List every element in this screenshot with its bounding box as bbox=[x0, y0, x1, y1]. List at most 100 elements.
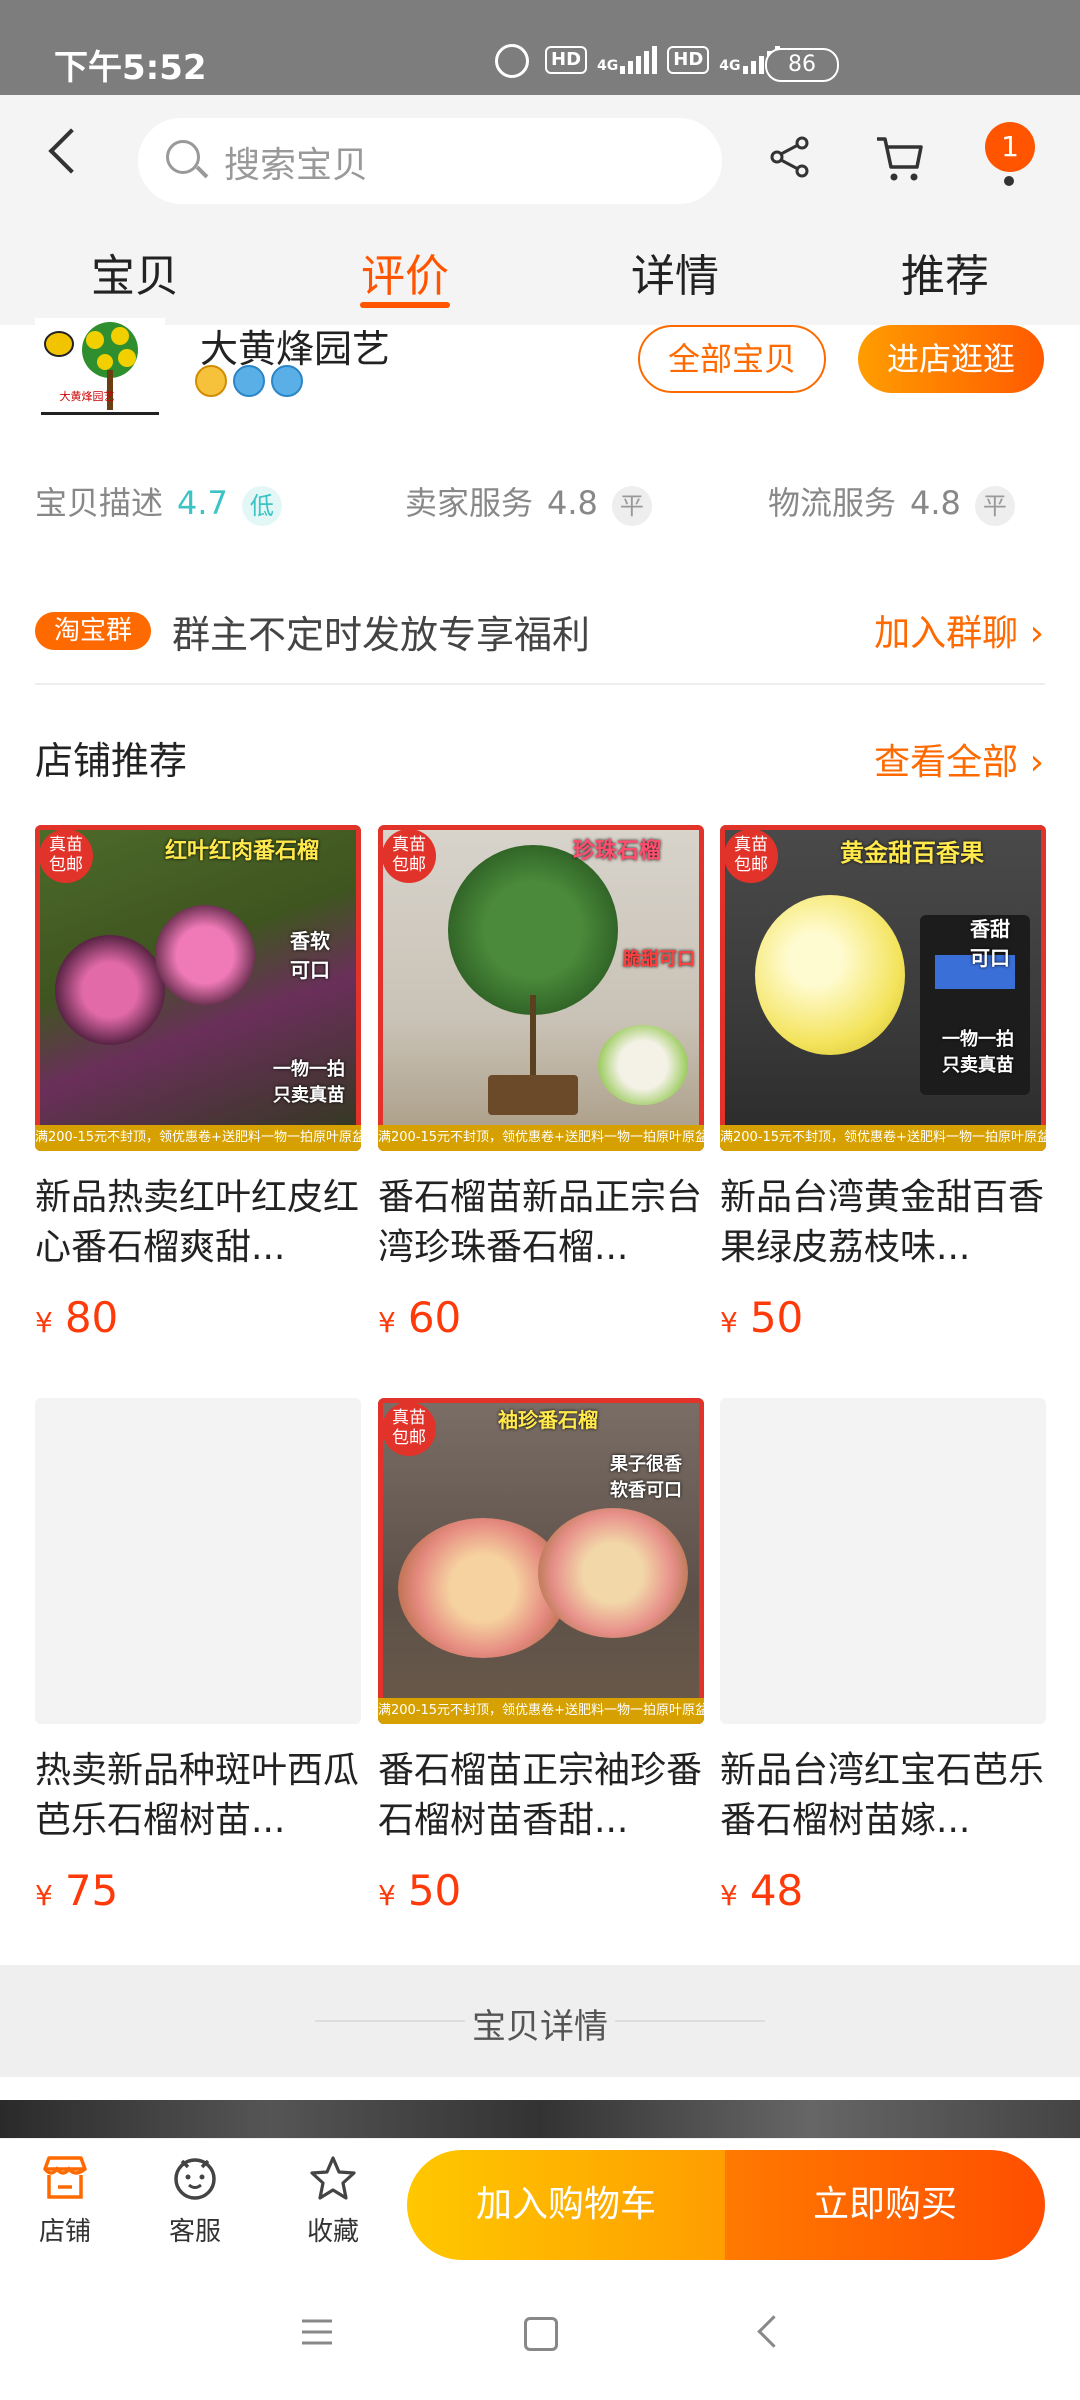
search-bar[interactable]: 搜索宝贝 bbox=[138, 118, 722, 204]
logo-text: 大黄烽园艺 bbox=[60, 389, 115, 403]
join-group-link[interactable]: 加入群聊 › bbox=[874, 604, 1044, 656]
status-bar: 下午5:52 HD 4G HD 4G 86 bbox=[0, 0, 1080, 95]
search-icon bbox=[166, 140, 200, 174]
share-icon[interactable] bbox=[768, 135, 812, 179]
product-image[interactable]: 袖珍番石榴 果子很香 软香可口 真苗 包邮 满200-15元不封顶，领优惠卷+送… bbox=[378, 1398, 704, 1724]
visit-shop-button[interactable]: 进店逛逛 bbox=[858, 325, 1044, 393]
product-card[interactable]: 热卖新品种斑叶西瓜芭乐石榴树苗... ¥75 bbox=[35, 1398, 361, 1915]
network-type: 4G bbox=[597, 58, 619, 74]
view-all-link[interactable]: 查看全部 › bbox=[874, 733, 1044, 785]
product-title[interactable]: 新品台湾黄金甜百香果绿皮荔枝味... bbox=[720, 1173, 1046, 1273]
price-value: 80 bbox=[64, 1293, 119, 1342]
price-value: 75 bbox=[64, 1866, 119, 1915]
group-description: 群主不定时发放专享福利 bbox=[172, 613, 591, 657]
product-card[interactable]: 新品台湾红宝石芭乐番石榴树苗嫁... ¥48 bbox=[720, 1398, 1046, 1915]
promo-strip: 满200-15元不封顶，领优惠卷+送肥料一物一拍原叶原盆佛山发 bbox=[378, 1698, 704, 1724]
join-group-label: 加入群聊 bbox=[874, 613, 1019, 654]
divider-line bbox=[615, 2020, 765, 2022]
product-price: ¥60 bbox=[378, 1293, 704, 1342]
product-title[interactable]: 新品台湾红宝石芭乐番石榴树苗嫁... bbox=[720, 1746, 1046, 1846]
tab-recommend[interactable]: 推荐 bbox=[865, 240, 1025, 304]
price-value: 50 bbox=[407, 1866, 462, 1915]
more-menu-icon[interactable] bbox=[1004, 176, 1014, 186]
taobao-group-badge: 淘宝群 bbox=[35, 612, 151, 650]
signal-icon bbox=[620, 46, 658, 74]
divider bbox=[35, 683, 1045, 685]
rating-tag: 低 bbox=[241, 486, 282, 526]
product-image[interactable]: 黄金甜百香果 香甜 可口 一物一拍 只卖真苗 真苗 包邮 满200-15元不封顶… bbox=[720, 825, 1046, 1151]
tab-items[interactable]: 宝贝 bbox=[55, 240, 215, 304]
rating-tag: 平 bbox=[974, 486, 1015, 526]
currency-symbol: ¥ bbox=[35, 1306, 53, 1339]
shop-label: 店铺 bbox=[38, 2217, 91, 2247]
crown-icon bbox=[233, 365, 265, 397]
menu-icon[interactable] bbox=[300, 2317, 334, 2347]
customer-service-button[interactable]: 客服 bbox=[145, 2155, 245, 2248]
shop-nav-button[interactable]: 店铺 bbox=[15, 2155, 115, 2248]
detail-image-preview bbox=[0, 2100, 1080, 2138]
real-seedling-badge: 真苗 包邮 bbox=[382, 1402, 436, 1456]
real-seedling-badge: 真苗 包邮 bbox=[39, 829, 93, 883]
cart-icon[interactable] bbox=[875, 135, 925, 183]
rating-score: 4.7 bbox=[177, 484, 228, 522]
currency-symbol: ¥ bbox=[720, 1306, 738, 1339]
promo-strip: 满200-15元不封顶，领优惠卷+送肥料一物一拍原叶原盆佛山发 bbox=[378, 1125, 704, 1151]
service-label: 客服 bbox=[168, 2217, 221, 2247]
price-value: 48 bbox=[749, 1866, 804, 1915]
network-type-2: 4G bbox=[719, 58, 741, 74]
favorite-label: 收藏 bbox=[306, 2217, 359, 2247]
product-image[interactable]: 珍珠石榴 脆甜可口 真苗 包邮 满200-15元不封顶，领优惠卷+送肥料一物一拍… bbox=[378, 825, 704, 1151]
currency-symbol: ¥ bbox=[35, 1879, 53, 1912]
rating-score: 4.8 bbox=[547, 484, 598, 522]
buy-now-button[interactable]: 立即购买 bbox=[725, 2150, 1045, 2260]
promo-strip: 满200-15元不封顶，领优惠卷+送肥料一物一拍原叶原盆佛山发 bbox=[35, 1125, 361, 1151]
rating-label: 宝贝描述 bbox=[35, 484, 164, 522]
product-title[interactable]: 新品热卖红叶红皮红心番石榴爽甜... bbox=[35, 1173, 361, 1273]
shop-recommend-title: 店铺推荐 bbox=[35, 739, 188, 783]
item-details-label: 宝贝详情 bbox=[472, 2007, 608, 2047]
product-title[interactable]: 番石榴苗正宗袖珍番石榴树苗香甜... bbox=[378, 1746, 704, 1846]
alarm-icon bbox=[495, 44, 529, 78]
shop-level-medals bbox=[195, 365, 303, 397]
favorite-button[interactable]: 收藏 bbox=[283, 2155, 383, 2248]
home-icon[interactable] bbox=[524, 2317, 558, 2351]
product-price: ¥80 bbox=[35, 1293, 361, 1342]
product-card[interactable]: 珍珠石榴 脆甜可口 真苗 包邮 满200-15元不封顶，领优惠卷+送肥料一物一拍… bbox=[378, 825, 704, 1342]
search-placeholder: 搜索宝贝 bbox=[224, 145, 369, 186]
tab-reviews[interactable]: 评价 bbox=[325, 240, 485, 308]
star-icon bbox=[310, 2156, 356, 2200]
add-to-cart-button[interactable]: 加入购物车 bbox=[407, 2150, 725, 2260]
hd-indicator: HD bbox=[545, 46, 588, 74]
rating-score: 4.8 bbox=[910, 484, 961, 522]
hd-indicator-2: HD bbox=[667, 46, 710, 74]
real-seedling-badge: 真苗 包邮 bbox=[382, 829, 436, 883]
product-card[interactable]: 黄金甜百香果 香甜 可口 一物一拍 只卖真苗 真苗 包邮 满200-15元不封顶… bbox=[720, 825, 1046, 1342]
chevron-right-icon: › bbox=[1029, 613, 1044, 654]
product-card[interactable]: 红叶红肉番石榴 香软 可口 一物一拍 只卖真苗 真苗 包邮 满200-15元不封… bbox=[35, 825, 361, 1342]
shop-logo[interactable]: 大黄烽园艺 bbox=[35, 318, 165, 428]
price-value: 50 bbox=[749, 1293, 804, 1342]
customer-service-icon bbox=[174, 2158, 216, 2200]
product-title[interactable]: 番石榴苗新品正宗台湾珍珠番石榴... bbox=[378, 1173, 704, 1273]
tab-details[interactable]: 详情 bbox=[595, 240, 755, 304]
product-price: ¥50 bbox=[720, 1293, 1046, 1342]
promo-strip: 满200-15元不封顶，领优惠卷+送肥料一物一拍原叶原盆佛山发 bbox=[720, 1125, 1046, 1151]
product-image-placeholder[interactable] bbox=[35, 1398, 361, 1724]
rating-description: 宝贝描述 4.7 低 bbox=[35, 478, 282, 526]
gold-medal-icon bbox=[195, 365, 227, 397]
product-image[interactable]: 红叶红肉番石榴 香软 可口 一物一拍 只卖真苗 真苗 包邮 满200-15元不封… bbox=[35, 825, 361, 1151]
product-title[interactable]: 热卖新品种斑叶西瓜芭乐石榴树苗... bbox=[35, 1746, 361, 1846]
product-price: ¥48 bbox=[720, 1866, 1046, 1915]
status-time: 下午5:52 bbox=[54, 48, 207, 88]
all-items-button[interactable]: 全部宝贝 bbox=[638, 325, 826, 393]
product-image-placeholder[interactable] bbox=[720, 1398, 1046, 1724]
currency-symbol: ¥ bbox=[720, 1879, 738, 1912]
message-badge[interactable]: 1 bbox=[985, 122, 1035, 172]
chevron-right-icon: › bbox=[1029, 742, 1044, 783]
view-all-label: 查看全部 bbox=[874, 742, 1019, 783]
crown-icon bbox=[271, 365, 303, 397]
rating-tag: 平 bbox=[611, 486, 652, 526]
rating-label: 物流服务 bbox=[768, 484, 897, 522]
rating-logistics: 物流服务 4.8 平 bbox=[768, 478, 1015, 526]
product-card[interactable]: 袖珍番石榴 果子很香 软香可口 真苗 包邮 满200-15元不封顶，领优惠卷+送… bbox=[378, 1398, 704, 1915]
